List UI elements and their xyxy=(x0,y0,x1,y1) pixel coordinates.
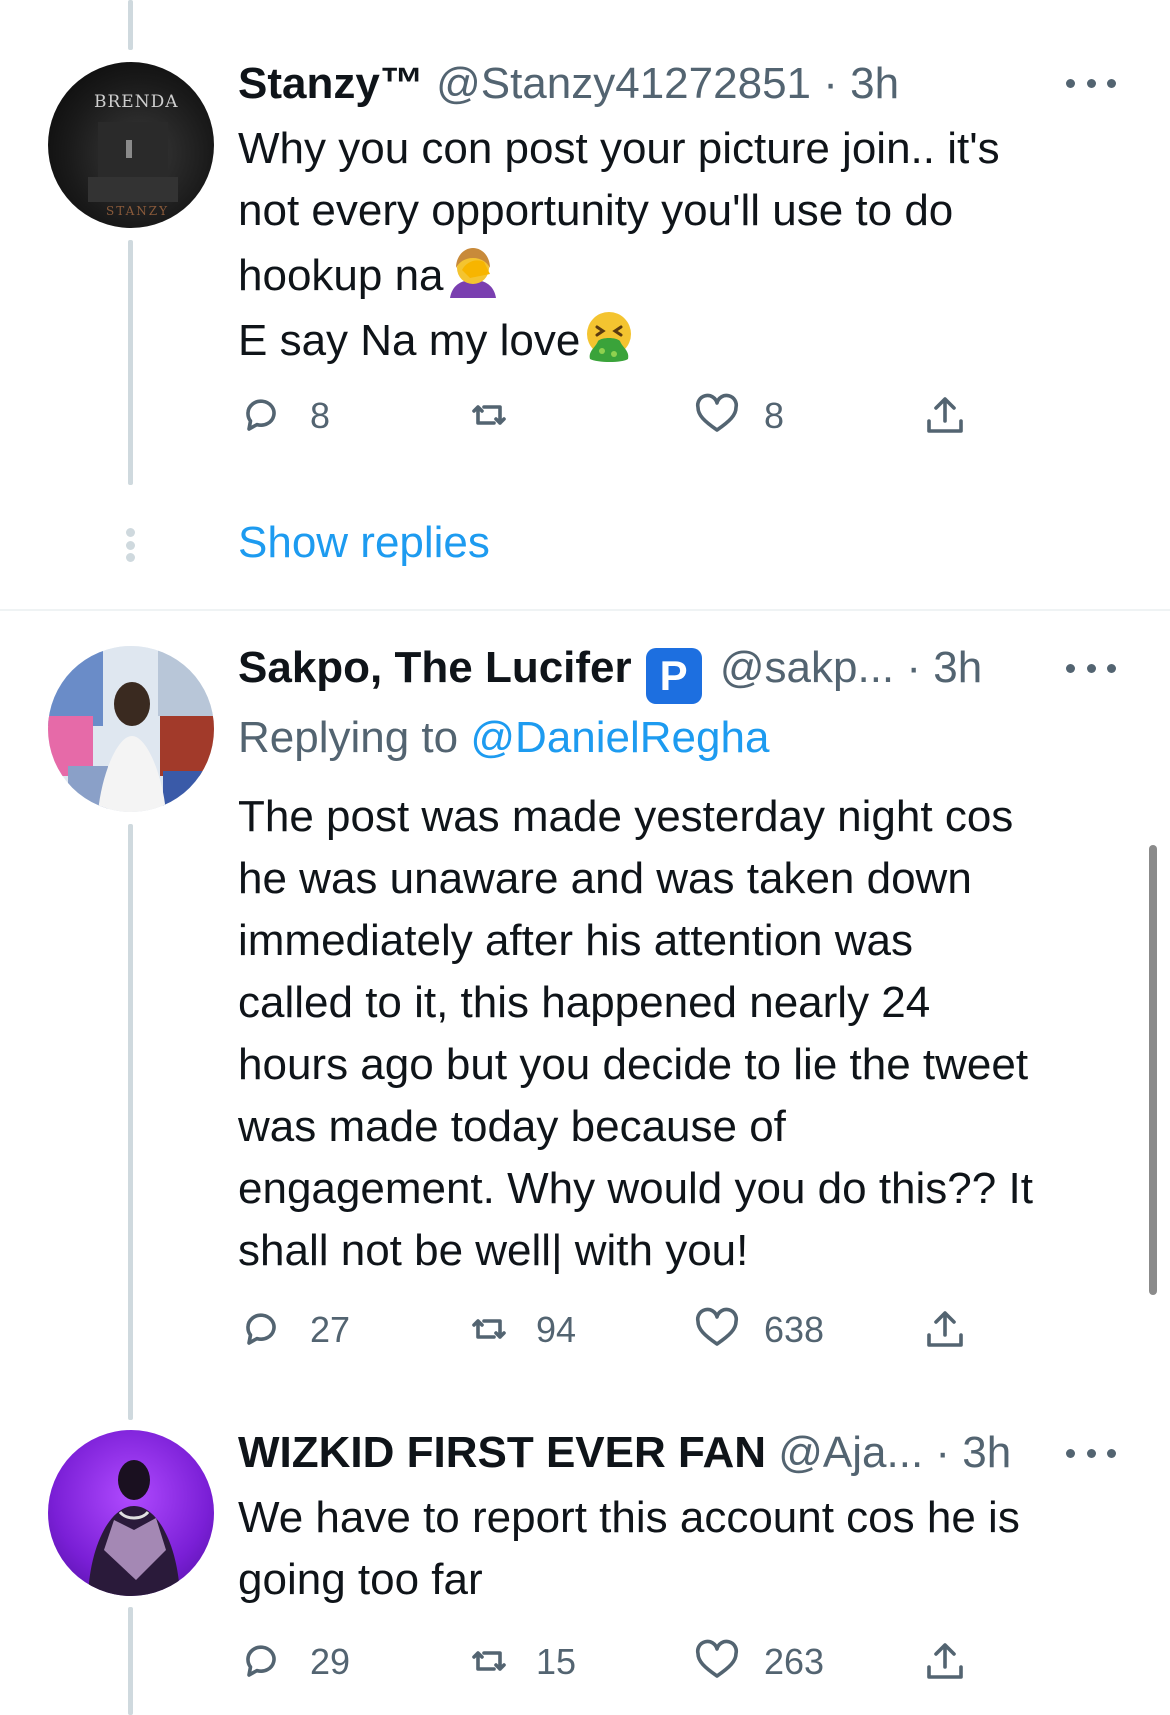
tweet-time[interactable]: · 3h xyxy=(823,59,899,108)
like-button[interactable]: 263 xyxy=(692,1632,824,1692)
display-name[interactable]: Stanzy™ xyxy=(238,59,424,108)
avatar-text-top: BRENDA xyxy=(94,92,179,112)
share-icon xyxy=(927,397,963,433)
retweet-button[interactable] xyxy=(464,386,536,446)
tweet-line: was made today because of xyxy=(238,1102,786,1151)
tweet-line: not every opportunity you'll use to do xyxy=(238,186,954,235)
tweet-text: Why you con post your picture join.. it'… xyxy=(238,118,1118,372)
tweet-actions: 8 8 xyxy=(238,386,998,446)
tweet-header: Stanzy™ @Stanzy41272851 · 3h xyxy=(238,56,899,112)
display-name[interactable]: WIZKID FIRST EVER FAN xyxy=(238,1428,766,1477)
share-button[interactable] xyxy=(920,1300,970,1360)
vomiting-face-emoji xyxy=(587,312,632,362)
thread-line-2 xyxy=(128,824,133,1420)
like-button[interactable]: 638 xyxy=(692,1300,824,1360)
reply-button[interactable]: 27 xyxy=(238,1300,350,1360)
thread-ellipsis-icon xyxy=(124,528,136,562)
reply-button[interactable]: 29 xyxy=(238,1632,350,1692)
tweet-time[interactable]: · 3h xyxy=(935,1428,1011,1477)
share-icon xyxy=(927,1311,963,1347)
avatar[interactable] xyxy=(48,646,214,812)
avatar-image xyxy=(48,646,214,812)
heart-icon xyxy=(695,1307,739,1346)
share-icon xyxy=(927,1643,963,1679)
more-options-icon[interactable] xyxy=(1066,1445,1116,1461)
avatar[interactable] xyxy=(48,1430,214,1596)
avatar-image xyxy=(88,1460,180,1596)
like-count: 8 xyxy=(764,395,785,436)
tweet-text: The post was made yesterday night cos he… xyxy=(238,786,1118,1282)
user-handle[interactable]: @Stanzy41272851 xyxy=(436,59,811,108)
user-handle[interactable]: @Aja... xyxy=(778,1428,923,1477)
show-replies-link[interactable]: Show replies xyxy=(238,518,490,568)
retweet-icon xyxy=(472,1651,506,1671)
tweet-line: The post was made yesterday night cos xyxy=(238,792,1014,841)
reply-count: 27 xyxy=(310,1309,351,1350)
tweet-line: hours ago but you decide to lie the twee… xyxy=(238,1040,1029,1089)
tweet-text: We have to report this account cos he is… xyxy=(238,1487,1118,1611)
retweet-count: 94 xyxy=(536,1309,577,1350)
tweet-line: shall not be well| with you! xyxy=(238,1226,749,1275)
reply-icon xyxy=(246,399,276,431)
replying-to: Replying to @DanielRegha xyxy=(238,710,769,766)
tweet-time[interactable]: · 3h xyxy=(906,643,982,692)
user-handle[interactable]: @sakp... xyxy=(720,643,894,692)
more-options-icon[interactable] xyxy=(1066,660,1116,676)
like-button[interactable]: 8 xyxy=(692,386,784,446)
reply-button[interactable]: 8 xyxy=(238,386,330,446)
more-options-icon[interactable] xyxy=(1066,75,1116,91)
tweet-line: engagement. Why would you do this?? It xyxy=(238,1164,1033,1213)
share-button[interactable] xyxy=(920,386,970,446)
tweet-header: WIZKID FIRST EVER FAN @Aja... · 3h xyxy=(238,1425,1011,1481)
retweet-icon xyxy=(472,405,506,425)
retweet-count: 15 xyxy=(536,1641,577,1682)
avatar[interactable]: BRENDA STANZY xyxy=(48,62,214,228)
reply-count: 29 xyxy=(310,1641,351,1682)
verified-badge-icon: P xyxy=(645,648,702,704)
tweet-line: immediately after his attention was xyxy=(238,916,913,965)
tweet-header: Sakpo, The Lucifer P @sakp... · 3h xyxy=(238,640,982,704)
tweet-line: We have to report this account cos he is xyxy=(238,1493,1020,1542)
tweet-line-with-emoji: hookup na xyxy=(238,242,1118,307)
like-count: 638 xyxy=(764,1309,825,1350)
scrollbar[interactable] xyxy=(1149,845,1157,1295)
tweet-line: called to it, this happened nearly 24 xyxy=(238,978,931,1027)
heart-icon xyxy=(695,1639,739,1678)
tweet-line: he was unaware and was taken down xyxy=(238,854,972,903)
reply-count: 8 xyxy=(310,395,331,436)
tweet-line: Why you con post your picture join.. it'… xyxy=(238,124,1000,173)
reply-icon xyxy=(246,1313,276,1345)
avatar-text-bottom: STANZY xyxy=(106,204,169,218)
display-name[interactable]: Sakpo, The Lucifer xyxy=(238,643,632,692)
thread-line-3 xyxy=(128,1607,133,1715)
retweet-icon xyxy=(472,1319,506,1339)
replying-handle-link[interactable]: @DanielRegha xyxy=(470,713,769,762)
heart-icon xyxy=(695,393,739,432)
retweet-button[interactable]: 94 xyxy=(464,1300,576,1360)
thread-line-1 xyxy=(128,240,133,485)
tweet-divider xyxy=(0,609,1170,611)
retweet-button[interactable]: 15 xyxy=(464,1632,576,1692)
replying-prefix: Replying to xyxy=(238,713,459,762)
reply-icon xyxy=(246,1645,276,1677)
tweet-line-with-emoji: E say Na my love xyxy=(238,307,1118,372)
tweet-actions: 29 15 263 xyxy=(238,1632,998,1692)
share-button[interactable] xyxy=(920,1632,970,1692)
tweet-actions: 27 94 638 xyxy=(238,1300,998,1360)
tweet-line: going too far xyxy=(238,1555,483,1604)
thread-line-top xyxy=(128,0,133,50)
face-palm-emoji xyxy=(449,248,496,298)
like-count: 263 xyxy=(764,1641,825,1682)
